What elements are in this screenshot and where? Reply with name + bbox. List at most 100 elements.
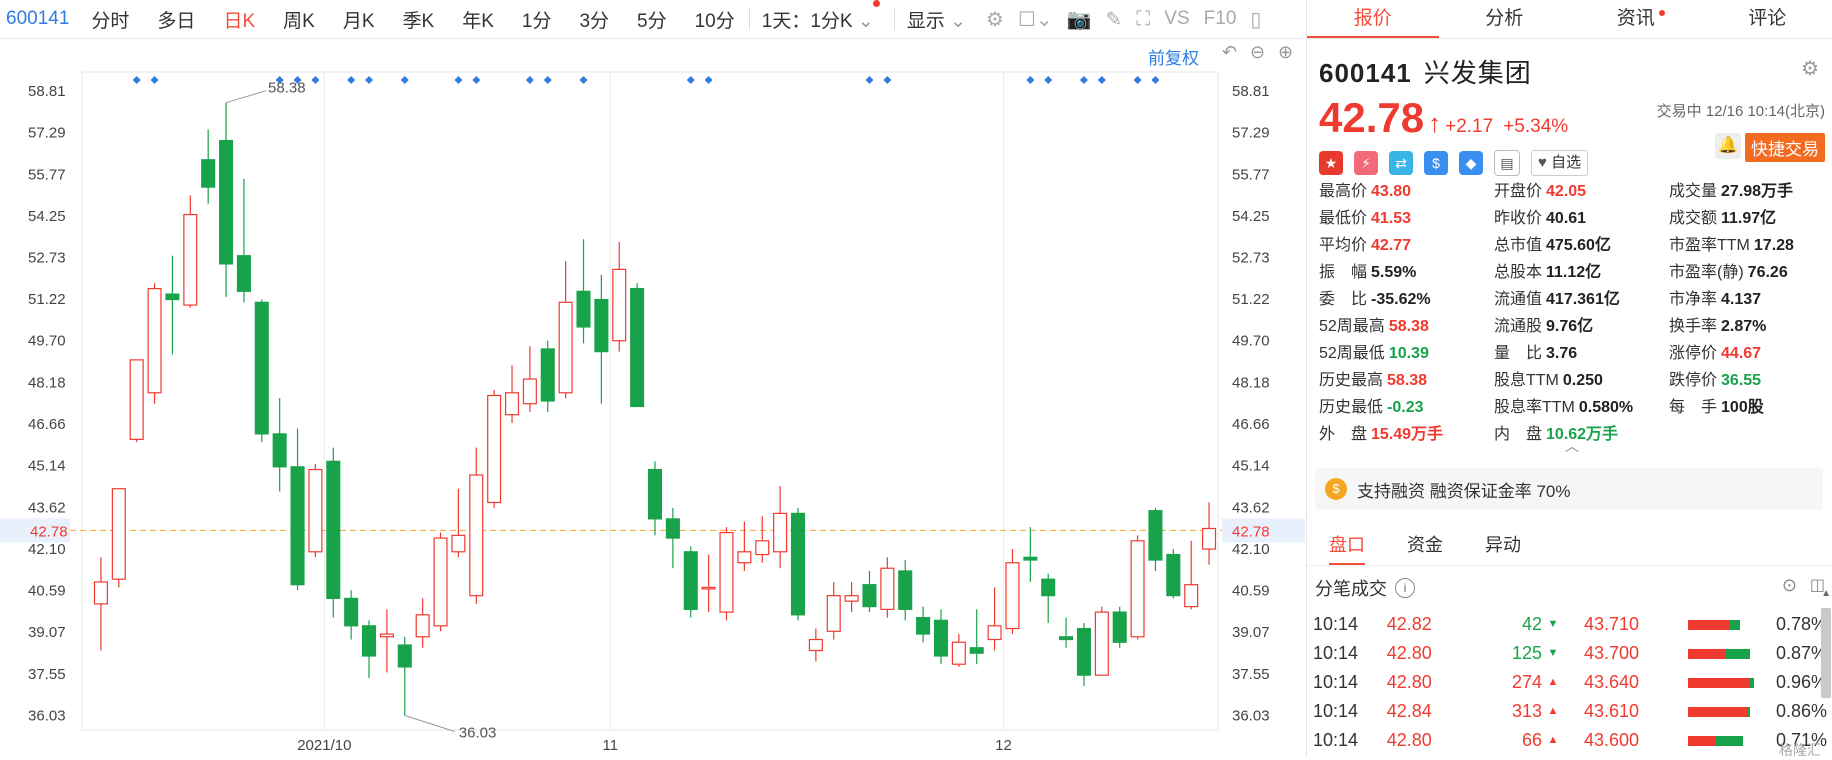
stat-value: 58.38: [1387, 372, 1427, 389]
tab-duori[interactable]: 多日: [157, 6, 195, 33]
stat-label: 总市值: [1494, 237, 1542, 254]
pen-icon[interactable]: ✎: [1106, 7, 1123, 32]
dollar-icon[interactable]: $: [1424, 151, 1448, 175]
scroll-up-icon[interactable]: ▲: [1821, 588, 1831, 599]
info-icon[interactable]: i: [1395, 578, 1415, 598]
tab-analysis[interactable]: 分析: [1439, 0, 1571, 38]
stat-value: 42.77: [1371, 237, 1411, 254]
tab-comments[interactable]: 评论: [1702, 0, 1832, 38]
candle-down: [666, 519, 679, 538]
tick-trades-title: 分笔成交: [1315, 575, 1387, 601]
tab-fenshi[interactable]: 分时: [91, 6, 129, 33]
candle-up: [1131, 541, 1144, 637]
collapse-up-icon[interactable]: ︿: [1565, 436, 1579, 456]
sidebar-toggle-icon[interactable]: ▯: [1250, 7, 1261, 32]
stat-label: 最高价: [1319, 183, 1367, 200]
tab-pankou[interactable]: 盘口: [1329, 525, 1365, 565]
tab-yearly-k[interactable]: 年K: [462, 6, 494, 33]
bell-icon[interactable]: 🔔: [1715, 133, 1741, 159]
lightning-icon[interactable]: ⚡: [1354, 151, 1378, 175]
stat-value: 42.05: [1546, 183, 1586, 200]
display-select[interactable]: 显示 ⌄: [907, 6, 966, 33]
stats-row: 52周最低10.39量 比3.76涨停价44.67: [1319, 340, 1829, 367]
high-annotation-label: 58.38: [268, 80, 306, 97]
add-watchlist-button[interactable]: ♥ 自选: [1531, 150, 1588, 176]
tab-monthly-k[interactable]: 月K: [343, 6, 375, 33]
gear-icon[interactable]: ⚙: [986, 7, 1004, 32]
candle-down: [363, 626, 376, 656]
candle-up: [470, 475, 483, 596]
stat-value: 41.53: [1371, 210, 1411, 227]
candle-down: [1149, 511, 1162, 560]
candlestick-chart[interactable]: 58.8158.8157.2957.2955.7755.7754.2554.25…: [0, 40, 1305, 757]
kline-svg: 58.8158.8157.2957.2955.7755.7754.2554.25…: [0, 40, 1305, 757]
candle-down: [899, 571, 912, 609]
camera-icon[interactable]: 📷: [1067, 7, 1092, 32]
candle-up: [1185, 585, 1198, 607]
stat-cell: 总股本11.12亿: [1494, 259, 1669, 286]
china-flag-icon[interactable]: ★: [1319, 151, 1343, 175]
current-price-label-right: 42.78: [1232, 523, 1270, 540]
square-select-icon[interactable]: ☐⌄: [1018, 7, 1053, 32]
candle-up: [702, 587, 715, 589]
f10-icon[interactable]: F10: [1204, 8, 1237, 30]
document-icon[interactable]: ▤: [1494, 150, 1520, 176]
toolbar-divider: [749, 8, 750, 30]
zoom-in-icon[interactable]: ⊕: [1278, 42, 1293, 63]
heart-icon: ♥: [1538, 154, 1547, 171]
tag-icon[interactable]: ◆: [1459, 151, 1483, 175]
restore-price-toggle[interactable]: 前复权: [1148, 44, 1199, 69]
event-marker: [454, 76, 462, 84]
tab-10min[interactable]: 10分: [695, 6, 735, 33]
x-axis-label: 2021/10: [297, 737, 351, 754]
candle-down: [345, 598, 358, 625]
tab-3min[interactable]: 3分: [579, 6, 609, 33]
stat-cell: 流通值417.361亿: [1494, 286, 1669, 313]
event-marker: [883, 76, 891, 84]
tick-trades-list: 10:1442.8242▼43.7100.78%10:1442.80125▼43…: [1307, 610, 1827, 755]
more-icon[interactable]: ⊙: [1782, 575, 1797, 596]
stock-name: 兴发集团: [1424, 58, 1532, 88]
triangle-up-icon: ▲: [1542, 668, 1564, 697]
tab-1min[interactable]: 1分: [522, 6, 552, 33]
stat-value: 11.12亿: [1546, 264, 1601, 281]
tab-weekly-k[interactable]: 周K: [283, 6, 315, 33]
stats-row: 振 幅5.59%总股本11.12亿市盈率(静)76.26: [1319, 259, 1829, 286]
tab-quote[interactable]: 报价: [1307, 0, 1439, 38]
toolbar-divider: [894, 8, 895, 30]
zoom-out-icon[interactable]: ⊖: [1250, 42, 1265, 63]
candle-down: [255, 302, 268, 434]
event-marker: [865, 76, 873, 84]
tab-daily-k[interactable]: 日K: [223, 6, 255, 33]
quick-trade-button[interactable]: 快捷交易: [1745, 133, 1825, 162]
trade-pct: 0.96%: [1757, 668, 1827, 697]
tab-zijin[interactable]: 资金: [1407, 525, 1443, 565]
fullscreen-icon[interactable]: ⛶: [1136, 8, 1150, 31]
stat-value: 17.28: [1754, 237, 1794, 254]
settings-gear-icon[interactable]: ⚙: [1801, 56, 1819, 81]
chevron-down-icon: ⌄: [858, 11, 874, 32]
stat-value: 43.80: [1371, 183, 1411, 200]
stat-label: 成交额: [1669, 210, 1717, 227]
price-change: +2.17: [1445, 116, 1493, 138]
order-price: 43.600: [1564, 726, 1658, 755]
undo-icon[interactable]: ↶: [1222, 42, 1237, 63]
x-axis-label: 11: [603, 737, 619, 754]
stat-label: 市盈率TTM: [1669, 237, 1750, 254]
stat-value: 27.98万手: [1721, 183, 1793, 200]
shuffle-icon[interactable]: ⇄: [1389, 151, 1413, 175]
tab-5min[interactable]: 5分: [637, 6, 667, 33]
tab-news[interactable]: 资讯: [1570, 0, 1702, 38]
stock-title: 600141兴发集团: [1319, 53, 1832, 90]
stock-code-label[interactable]: 600141: [6, 8, 69, 30]
event-marker: [1134, 76, 1142, 84]
margin-info-box[interactable]: $ 支持融资 融资保证金率 70%: [1315, 468, 1823, 510]
add-watchlist-label: 自选: [1551, 154, 1581, 171]
scrollbar[interactable]: [1821, 608, 1831, 698]
vs-icon[interactable]: VS: [1164, 8, 1189, 30]
candle-down: [577, 291, 590, 327]
period-select[interactable]: 1天：1分K ⌄: [762, 6, 874, 33]
tab-quarterly-k[interactable]: 季K: [403, 6, 435, 33]
tab-yidong[interactable]: 异动: [1485, 525, 1521, 565]
quote-panel: 报价 分析 资讯 评论 600141兴发集团 42.78 ↑ +2.17 +5.…: [1306, 0, 1832, 757]
